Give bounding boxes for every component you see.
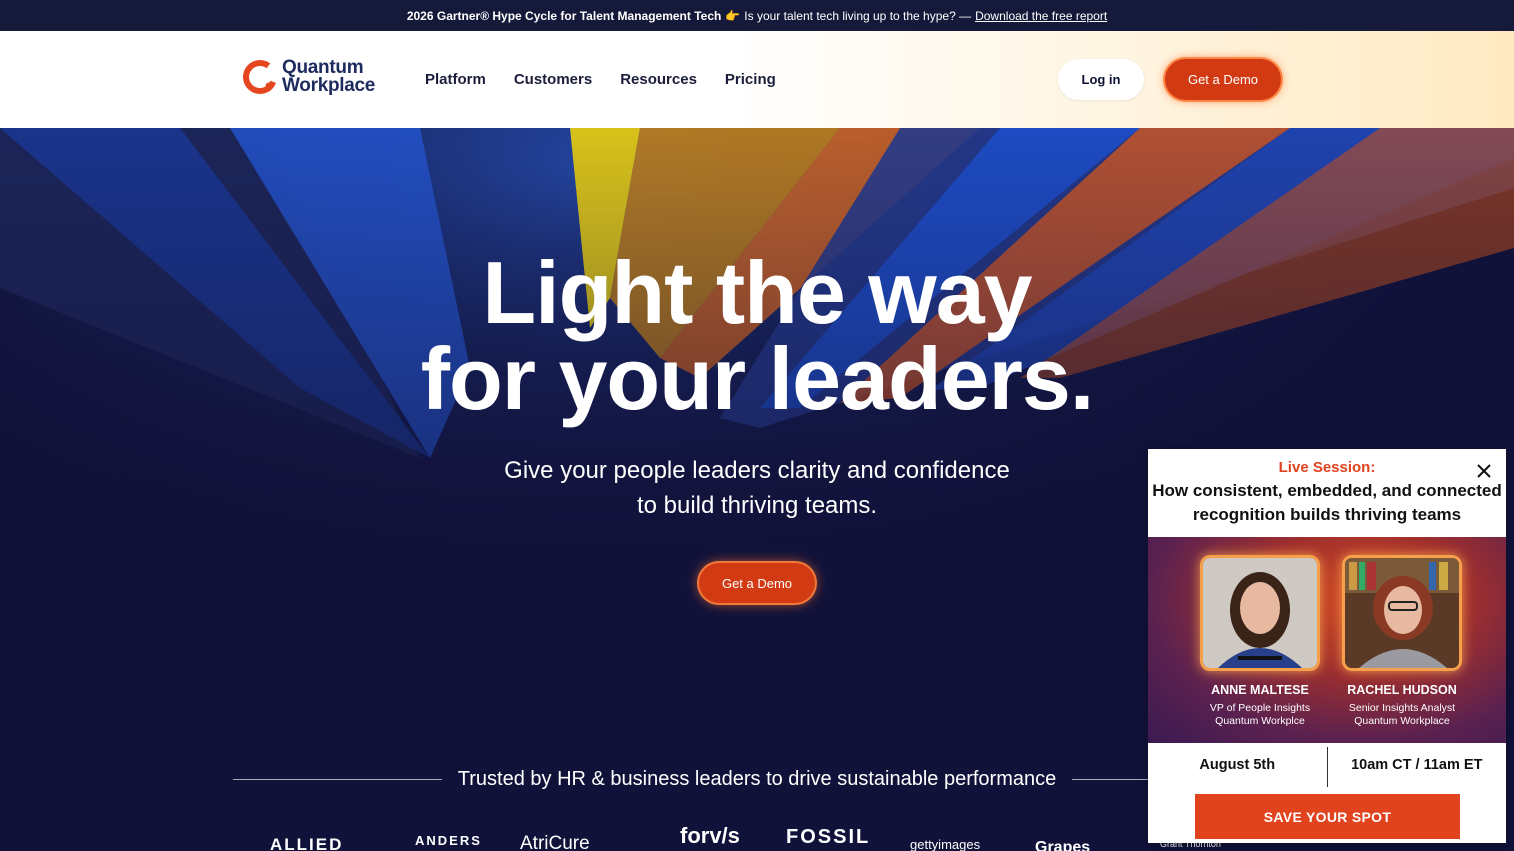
logo-fossil: FOSSIL xyxy=(786,826,871,848)
session-date: August 5th xyxy=(1199,757,1276,773)
speaker-role-title: VP of People Insights xyxy=(1209,702,1311,714)
speaker-role: Senior Insights Analyst Quantum Workplac… xyxy=(1342,702,1462,728)
speaker-role-company: Quantum Workplace xyxy=(1354,715,1450,727)
nav-platform[interactable]: Platform xyxy=(425,71,486,88)
nav-pricing[interactable]: Pricing xyxy=(725,71,776,88)
popup-title: How consistent, embedded, and connected … xyxy=(1148,479,1506,527)
trusted-by-text: Trusted by HR & business leaders to driv… xyxy=(457,768,1057,790)
speakers-banner: ANNE MALTESE VP of People Insights Quant… xyxy=(1148,537,1506,743)
speaker-name: ANNE MALTESE xyxy=(1211,683,1309,697)
logo-allied: ALLIED xyxy=(270,835,344,851)
save-your-spot-button[interactable]: SAVE YOUR SPOT xyxy=(1195,794,1460,839)
logo-anders: ANDERS xyxy=(415,833,482,848)
logo-gettyimages: gettyimages xyxy=(910,837,981,851)
hero-title-line1: Light the way xyxy=(482,243,1032,342)
speaker-photo xyxy=(1200,555,1320,671)
download-report-link[interactable]: Download the free report xyxy=(975,9,1107,23)
header-get-demo-button[interactable]: Get a Demo xyxy=(1165,59,1281,100)
logo-atricure: AtriCure xyxy=(520,833,590,851)
pointing-hand-icon: 👉 xyxy=(725,8,741,23)
nav-resources[interactable]: Resources xyxy=(620,71,697,88)
speaker-name: RACHEL HUDSON xyxy=(1347,683,1457,697)
popup-title-line1: How consistent, embedded, and connected xyxy=(1152,481,1502,500)
live-session-popup: Live Session: How consistent, embedded, … xyxy=(1148,449,1506,843)
announcement-bold-text: 2026 Gartner® Hype Cycle for Talent Mana… xyxy=(406,8,722,23)
quantum-workplace-logo[interactable]: Quantum Workplace xyxy=(242,58,376,96)
logo-text-workplace: Workplace xyxy=(282,75,376,96)
speaker-role-title: Senior Insights Analyst xyxy=(1348,702,1456,714)
hero-title-line2: for your leaders. xyxy=(420,329,1095,428)
session-details: August 5th 10am CT / 11am ET xyxy=(1148,743,1506,787)
trusted-by-heading: Trusted by HR & business leaders to driv… xyxy=(233,768,1281,791)
logo-forvis: forv/s xyxy=(680,823,740,848)
speaker-card: ANNE MALTESE VP of People Insights Quant… xyxy=(1200,555,1320,728)
main-nav: Platform Customers Resources Pricing xyxy=(425,71,776,88)
login-button[interactable]: Log in xyxy=(1058,59,1144,100)
popup-title-line2: recognition builds thriving teams xyxy=(1192,505,1462,524)
session-time: 10am CT / 11am ET xyxy=(1351,757,1483,773)
logo-grapes: Grapes xyxy=(1035,839,1091,851)
announcement-text: Is your talent tech living up to the hyp… xyxy=(744,8,972,23)
speaker-role: VP of People Insights Quantum Workplce xyxy=(1200,702,1320,728)
speaker-role-company: Quantum Workplce xyxy=(1215,715,1305,727)
speaker-card: RACHEL HUDSON Senior Insights Analyst Qu… xyxy=(1342,555,1462,728)
site-header: Quantum Workplace Platform Customers Res… xyxy=(0,31,1514,128)
popup-eyebrow: Live Session: xyxy=(1278,459,1376,476)
hero-get-demo-button[interactable]: Get a Demo xyxy=(699,563,815,603)
announcement-bar: 2026 Gartner® Hype Cycle for Talent Mana… xyxy=(0,0,1514,31)
speaker-photo xyxy=(1342,555,1462,671)
logo-q-icon xyxy=(242,59,278,95)
divider-left xyxy=(233,779,442,780)
nav-customers[interactable]: Customers xyxy=(514,71,592,88)
